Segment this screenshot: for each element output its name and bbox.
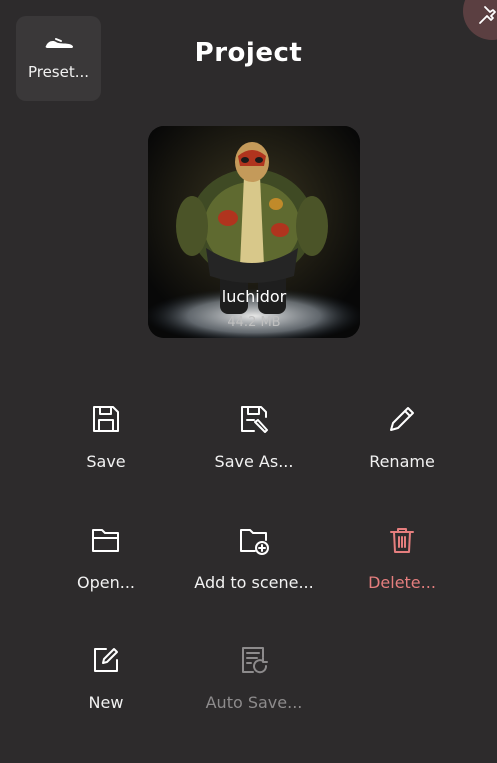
project-thumbnail[interactable]: luchidor 44.2 MB bbox=[148, 126, 360, 338]
save-label: Save bbox=[86, 452, 126, 471]
save-as-label: Save As... bbox=[214, 452, 294, 471]
auto-save-button[interactable]: Auto Save... bbox=[179, 644, 329, 712]
pencil-icon bbox=[390, 407, 414, 431]
delete-label: Delete... bbox=[368, 573, 436, 592]
new-document-icon bbox=[94, 648, 118, 672]
folder-icon bbox=[92, 529, 119, 552]
auto-save-icon bbox=[242, 647, 268, 674]
new-label: New bbox=[88, 693, 124, 712]
auto-save-label: Auto Save... bbox=[205, 693, 303, 712]
rename-label: Rename bbox=[369, 452, 435, 471]
open-label: Open... bbox=[77, 573, 135, 592]
folder-add-icon bbox=[240, 529, 269, 555]
project-size: 44.2 MB bbox=[227, 315, 281, 330]
delete-button[interactable]: Delete... bbox=[327, 524, 477, 592]
pin-button[interactable] bbox=[463, 0, 497, 40]
trash-icon bbox=[390, 528, 414, 553]
page-title: Project bbox=[194, 38, 303, 68]
open-button[interactable]: Open... bbox=[31, 524, 181, 592]
add-to-scene-label: Add to scene... bbox=[194, 573, 314, 592]
save-button[interactable]: Save bbox=[31, 403, 181, 471]
add-to-scene-button[interactable]: Add to scene... bbox=[179, 524, 329, 592]
pin-icon bbox=[479, 6, 496, 24]
new-button[interactable]: New bbox=[31, 644, 181, 712]
rename-button[interactable]: Rename bbox=[327, 403, 477, 471]
project-name: luchidor bbox=[221, 287, 287, 306]
save-icon bbox=[93, 406, 119, 432]
save-as-button[interactable]: Save As... bbox=[179, 403, 329, 471]
save-as-icon bbox=[241, 406, 268, 433]
project-preview-image bbox=[148, 126, 360, 338]
